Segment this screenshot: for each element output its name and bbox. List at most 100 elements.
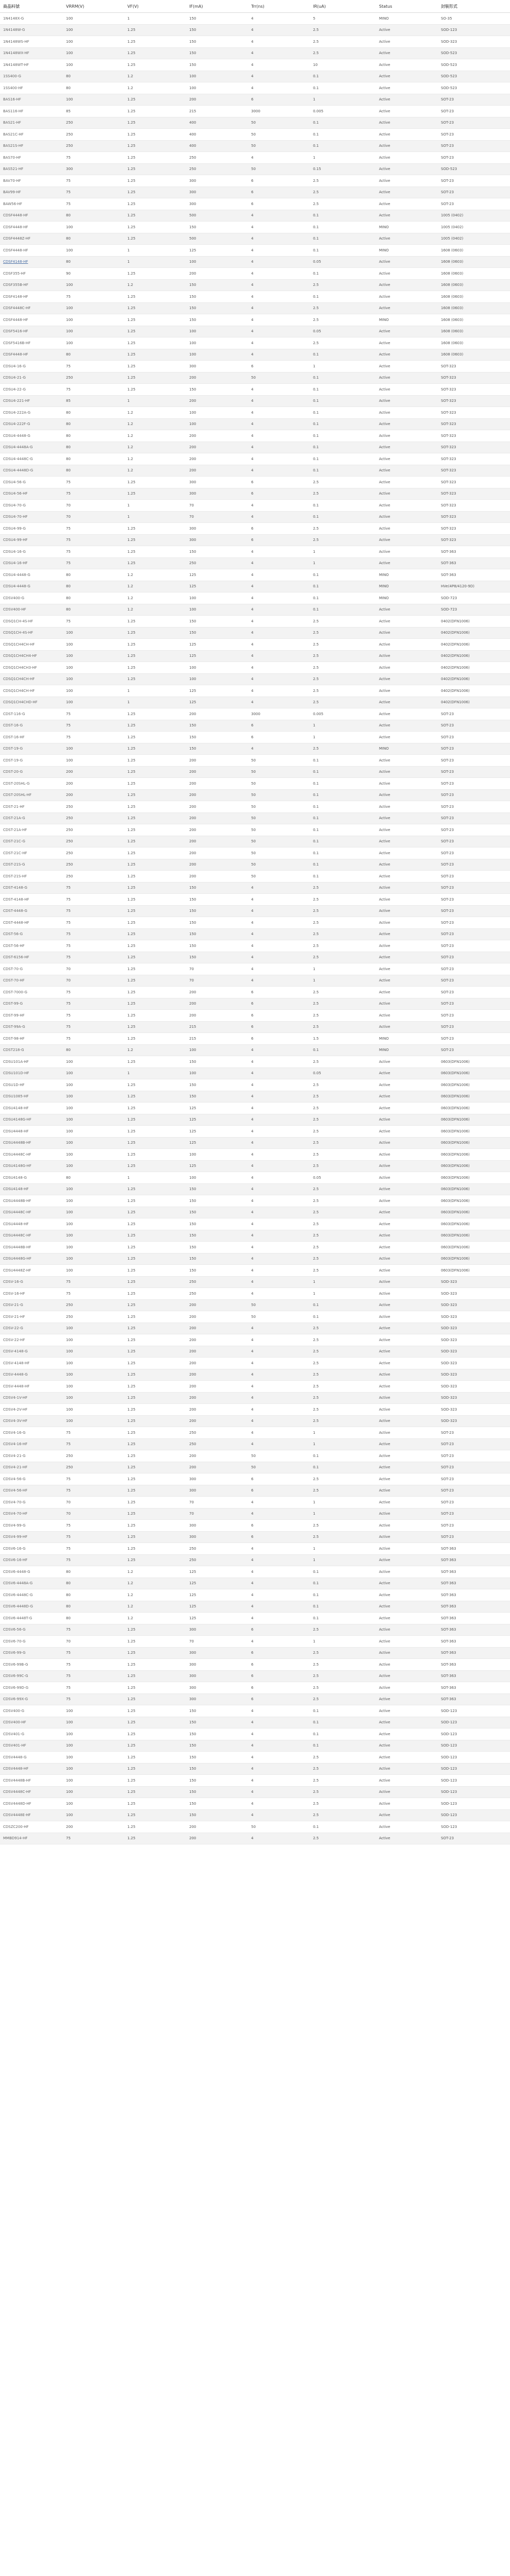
cell-part-number[interactable]: CDSU4448C-HF <box>0 1230 63 1242</box>
cell-part-number[interactable]: CDST-98-HF <box>0 1032 63 1045</box>
cell-part-number[interactable]: CDSV6-99B-G <box>0 1658 63 1671</box>
cell-part-number[interactable]: CDSU4448B-HF <box>0 1195 63 1207</box>
cell-part-number[interactable]: CDSV6-99X-G <box>0 1693 63 1705</box>
cell-part-number[interactable]: CDSQ1CH-4S-HF <box>0 627 63 639</box>
cell-part-number[interactable]: 1SS400-HF <box>0 82 63 94</box>
cell-part-number[interactable]: 1N4148W-G <box>0 24 63 36</box>
cell-part-number[interactable]: CDSV4-3V-HF <box>0 1415 63 1427</box>
cell-part-number[interactable]: CDSU4-99-G <box>0 522 63 535</box>
cell-part-number[interactable]: CDSF4448-HF <box>0 349 63 361</box>
cell-part-number[interactable]: CDSU4-4448A-G <box>0 442 63 453</box>
cell-part-number[interactable]: CDSQ1CH4CH-HF <box>0 685 63 697</box>
cell-part-number[interactable]: CDSF5416-HF <box>0 326 63 337</box>
cell-part-number[interactable]: CDSV401-HF <box>0 1740 63 1752</box>
cell-part-number[interactable]: CDSV6-4448-G <box>0 1566 63 1578</box>
cell-part-number[interactable]: CDST-4448-G <box>0 905 63 917</box>
cell-part-number[interactable]: CDSV-4448-G <box>0 1369 63 1381</box>
header-if[interactable]: IF(mA) <box>186 0 248 13</box>
cell-part-number[interactable]: CDST-21A-G <box>0 812 63 824</box>
cell-part-number[interactable]: CDSU4-4448-G <box>0 430 63 442</box>
cell-part-number[interactable]: CDSU4-70-G <box>0 499 63 512</box>
header-vf[interactable]: VF(V) <box>124 0 186 13</box>
cell-part-number[interactable]: CDSQ1CH4CH-HF <box>0 673 63 685</box>
cell-part-number[interactable]: CDSU4-16-HF <box>0 557 63 569</box>
cell-part-number[interactable]: CDSV4-70-G <box>0 1496 63 1509</box>
cell-part-number[interactable]: CDST-21S-G <box>0 859 63 871</box>
cell-part-number[interactable]: CDSU101D-HF <box>0 1067 63 1079</box>
cell-part-number[interactable]: CDST-21S-HF <box>0 870 63 883</box>
cell-part-number[interactable]: CDSV400-HF <box>0 604 63 616</box>
cell-part-number[interactable]: CDSU4448-HF <box>0 1125 63 1138</box>
cell-part-number[interactable]: CDSQ1CH4CH-HF <box>0 638 63 651</box>
cell-part-number[interactable]: CDSU4448B-HF <box>0 1137 63 1149</box>
cell-part-number[interactable]: CDSU4-99-HF <box>0 534 63 546</box>
cell-part-number[interactable]: CDSU4-221-HF <box>0 395 63 407</box>
cell-part-number[interactable]: CDSU4148-G <box>0 1172 63 1184</box>
cell-part-number[interactable]: CDSV4-56-G <box>0 1473 63 1485</box>
header-status[interactable]: Status <box>376 0 438 13</box>
cell-part-number[interactable]: CDSU4448C-HF <box>0 1148 63 1161</box>
cell-part-number[interactable]: CDSV4448D-HF <box>0 1798 63 1810</box>
cell-part-number[interactable]: CDST-99A-G <box>0 1021 63 1033</box>
cell-part-number[interactable]: CDSU4148G-HF <box>0 1160 63 1172</box>
cell-part-number[interactable]: CDSV-4148-G <box>0 1346 63 1358</box>
cell-part-number[interactable]: CDSU4-222F-G <box>0 418 63 430</box>
cell-part-number[interactable]: CDSV6-16-G <box>0 1543 63 1555</box>
cell-part-number[interactable]: CDSV6-99-G <box>0 1647 63 1659</box>
cell-part-number[interactable]: BAS116-HF <box>0 105 63 117</box>
cell-part-number[interactable]: CDSV4-70-HF <box>0 1508 63 1520</box>
cell-part-number[interactable]: CDSV6-70-G <box>0 1635 63 1648</box>
header-part-number[interactable]: 商品料號 <box>0 0 63 13</box>
cell-part-number[interactable]: CDSF355B-HF <box>0 279 63 291</box>
cell-part-number[interactable]: CDST-21C-G <box>0 836 63 848</box>
cell-part-number[interactable]: CDST-116-G <box>0 708 63 720</box>
cell-part-number[interactable]: CDSV-21-HF <box>0 1311 63 1323</box>
cell-part-number[interactable]: CDSU4448Z-HF <box>0 1264 63 1277</box>
cell-part-number[interactable]: CDST-21C-HF <box>0 847 63 859</box>
cell-part-number[interactable]: CDSU4-21-G <box>0 372 63 384</box>
cell-part-number[interactable]: BAS21S-HF <box>0 140 63 152</box>
cell-part-number[interactable]: CDSF4448-HF <box>0 244 63 257</box>
cell-part-number[interactable]: CDST218-G <box>0 1044 63 1056</box>
cell-part-number[interactable]: CDSQ1CH4CHD-HF <box>0 697 63 708</box>
cell-part-number[interactable]: BAS21-HF <box>0 117 63 129</box>
cell-part-number[interactable]: CDST-6156-HF <box>0 952 63 963</box>
cell-part-number[interactable]: CDSV-16-G <box>0 1276 63 1288</box>
cell-part-number[interactable]: CDSU4448C-HF <box>0 1207 63 1218</box>
cell-part-number[interactable]: BAS521-HF <box>0 163 63 175</box>
cell-part-number[interactable]: CDST-70-G <box>0 963 63 975</box>
cell-part-number[interactable]: CDSU4-70-HF <box>0 511 63 523</box>
cell-part-number[interactable]: CDSU1D-HF <box>0 1079 63 1091</box>
cell-part-number[interactable]: 1N4148WT-HF <box>0 59 63 71</box>
cell-part-number[interactable]: CDST-4148-G <box>0 882 63 894</box>
cell-part-number[interactable]: CDST-20SHL-G <box>0 777 63 790</box>
cell-part-number[interactable]: BAV99-HF <box>0 187 63 198</box>
header-trr[interactable]: Trr(ns) <box>248 0 310 13</box>
cell-part-number[interactable]: CDSU4-16-G <box>0 546 63 558</box>
cell-part-number[interactable]: CDSV401-G <box>0 1728 63 1740</box>
cell-part-number[interactable]: CDSV6-4448D-G <box>0 1601 63 1613</box>
cell-part-number[interactable]: CDSU4-4448-G <box>0 569 63 581</box>
cell-part-number[interactable]: CDSV-22-G <box>0 1323 63 1334</box>
cell-part-number[interactable]: 1N4148WS-HF <box>0 36 63 48</box>
cell-part-number[interactable]: BAS70-HF <box>0 151 63 164</box>
cell-part-number[interactable]: 1N4148WX-HF <box>0 47 63 59</box>
cell-part-number[interactable]: CDST-56-G <box>0 928 63 940</box>
cell-part-number[interactable]: CDSU4-4448-G <box>0 581 63 592</box>
cell-part-number[interactable]: CDSV400-G <box>0 592 63 604</box>
cell-part-number[interactable]: CDSV6-99C-G <box>0 1670 63 1682</box>
cell-part-number[interactable]: CDSV4-99-G <box>0 1519 63 1532</box>
cell-part-number[interactable]: CDSV4-21-HF <box>0 1462 63 1473</box>
cell-part-number[interactable]: CDSU101A-HF <box>0 1056 63 1068</box>
cell-part-number[interactable]: CDSV6-4448T-G <box>0 1612 63 1624</box>
cell-part-number[interactable]: CDSU4-16-G <box>0 360 63 372</box>
cell-part-number[interactable]: CDSV4-16-HF <box>0 1438 63 1450</box>
cell-part-number[interactable]: CDSV6-4448C-G <box>0 1589 63 1601</box>
cell-part-number[interactable]: CDSV4-16-G <box>0 1427 63 1439</box>
cell-part-number[interactable]: CDSV4448-HF <box>0 1763 63 1775</box>
cell-part-number[interactable]: CDSQ1CH4CH3-HF <box>0 662 63 674</box>
cell-part-number[interactable]: CDST-16-G <box>0 720 63 732</box>
cell-part-number[interactable]: CDSF4148-HF <box>0 291 63 303</box>
cell-part-number[interactable]: CDSV4448E-HF <box>0 1809 63 1821</box>
cell-part-number[interactable]: CDSV4448-G <box>0 1751 63 1764</box>
